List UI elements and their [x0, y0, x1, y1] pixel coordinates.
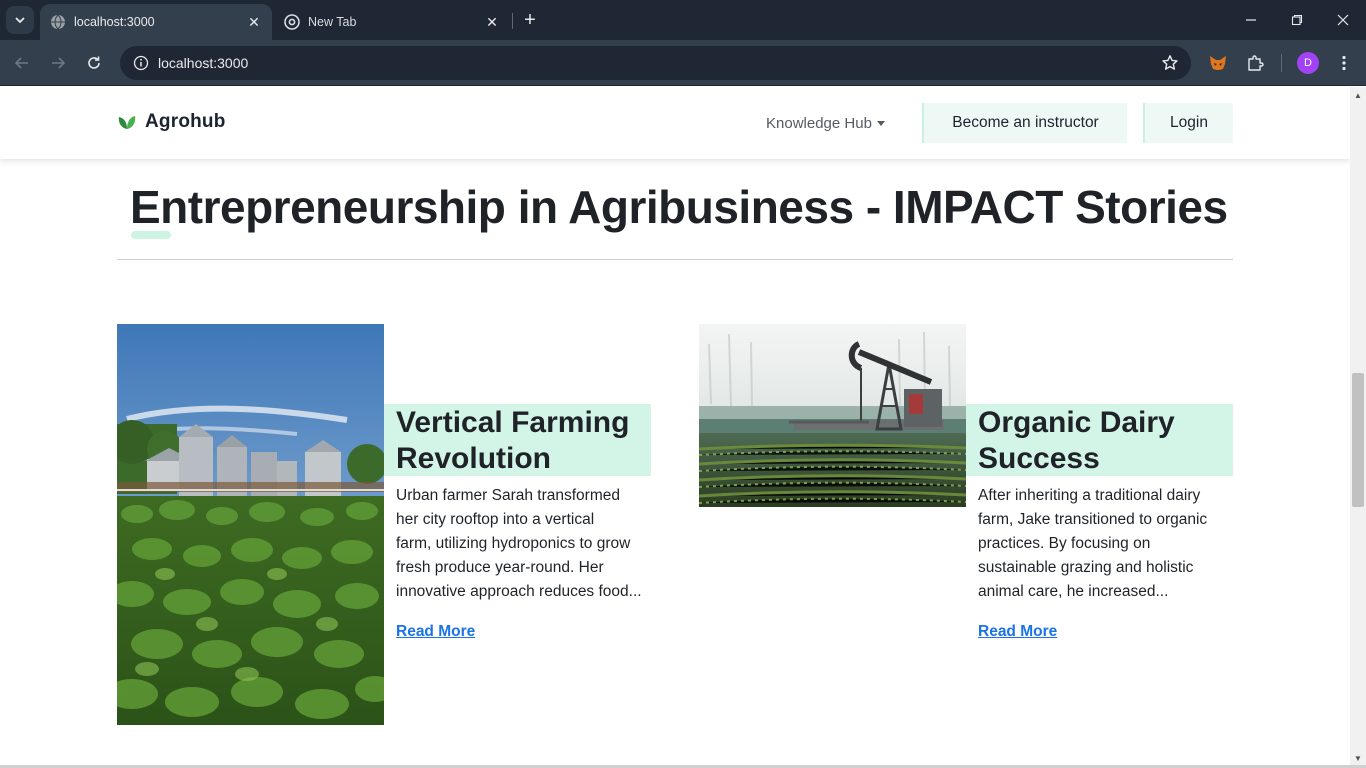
browser-tab-bar: localhost:3000 ✕ New Tab ✕ +	[0, 0, 1366, 40]
story-excerpt-line: animal care, he increased...	[978, 583, 1169, 600]
close-tab-icon[interactable]: ✕	[246, 14, 262, 30]
back-button[interactable]	[8, 49, 36, 77]
story-image-farm-silos	[117, 324, 384, 725]
tab-title: localhost:3000	[74, 15, 155, 29]
browser-toolbar: localhost:3000 D	[0, 40, 1366, 86]
story-image-oil-pump-field	[699, 324, 966, 507]
restore-icon	[1291, 14, 1303, 26]
read-more-link[interactable]: Read More	[978, 623, 1057, 641]
story-excerpt-line: After inheriting a traditional dairy	[978, 487, 1201, 504]
story-excerpt: After inheriting a traditional dairy far…	[978, 484, 1207, 604]
minimize-button[interactable]	[1228, 0, 1274, 40]
story-excerpt-line: sustainable grazing and holistic	[978, 559, 1194, 576]
brand-name: Agrohub	[145, 111, 226, 132]
story-title-line: Organic Dairy	[978, 406, 1175, 439]
site-info-icon[interactable]	[124, 55, 158, 71]
story-excerpt-line: Urban farmer Sarah transformed	[396, 487, 620, 504]
leaf-logo-icon	[118, 116, 136, 129]
become-instructor-button[interactable]: Become an instructor	[922, 103, 1127, 143]
arrow-left-icon	[14, 57, 28, 69]
browser-menu-button[interactable]	[1332, 51, 1356, 75]
new-tab-button[interactable]: +	[518, 8, 542, 32]
caret-down-icon	[876, 121, 885, 126]
minimize-icon	[1246, 19, 1256, 21]
close-window-button[interactable]	[1320, 0, 1366, 40]
page-viewport: Agrohub Knowledge Hub Become an instruct…	[0, 87, 1350, 768]
read-more-link[interactable]: Read More	[396, 623, 475, 641]
bookmark-star-icon[interactable]	[1161, 54, 1179, 77]
story-title-line: Revolution	[396, 442, 551, 475]
chevron-down-icon	[15, 17, 25, 24]
title-divider	[117, 259, 1233, 260]
globe-icon	[50, 14, 66, 30]
tab-new-tab[interactable]: New Tab ✕	[274, 4, 510, 40]
tab-search-button[interactable]	[6, 6, 34, 34]
restore-button[interactable]	[1274, 0, 1320, 40]
chrome-icon	[284, 14, 300, 30]
profile-avatar[interactable]: D	[1297, 52, 1319, 74]
brand-logo-link[interactable]: Agrohub	[117, 111, 226, 133]
toolbar-divider	[1281, 54, 1282, 72]
tab-localhost[interactable]: localhost:3000 ✕	[40, 4, 272, 40]
story-title: Organic Dairy Success	[978, 405, 1175, 477]
address-bar[interactable]: localhost:3000	[120, 46, 1191, 80]
story-excerpt-line: practices. By focusing on	[978, 535, 1151, 552]
close-icon	[1337, 14, 1349, 26]
scroll-down-icon[interactable]: ▼	[1353, 753, 1363, 763]
arrow-right-icon	[52, 57, 66, 69]
story-excerpt-line: innovative approach reduces food...	[396, 583, 642, 600]
tab-divider	[512, 13, 513, 29]
metamask-extension-icon[interactable]	[1206, 51, 1230, 75]
knowledge-hub-dropdown[interactable]: Knowledge Hub	[766, 115, 885, 132]
story-excerpt-line: fresh produce year-round. Her	[396, 559, 604, 576]
kebab-menu-icon	[1342, 55, 1346, 71]
reload-icon	[88, 56, 100, 69]
url-text[interactable]: localhost:3000	[158, 55, 248, 71]
story-excerpt-line: farm, Jake transitioned to organic	[978, 511, 1208, 528]
page-scrollbar[interactable]: ▲ ▼	[1350, 87, 1366, 768]
story-title-line: Vertical Farming	[396, 406, 630, 439]
extensions-puzzle-icon[interactable]	[1243, 51, 1267, 75]
title-accent-bar	[131, 231, 171, 239]
login-button[interactable]: Login	[1143, 103, 1233, 143]
story-excerpt-line: farm, utilizing hydroponics to grow	[396, 535, 631, 552]
story-title-line: Success	[978, 442, 1100, 475]
reload-button[interactable]	[80, 49, 108, 77]
section-title: Entrepreneurship in Agribusiness - IMPAC…	[130, 181, 1228, 233]
story-excerpt: Urban farmer Sarah transformed her city …	[396, 484, 642, 604]
tab-title: New Tab	[308, 15, 357, 29]
story-title: Vertical Farming Revolution	[396, 405, 629, 477]
scrollbar-thumb[interactable]	[1352, 373, 1364, 507]
close-tab-icon[interactable]: ✕	[484, 14, 500, 30]
scroll-up-icon[interactable]: ▲	[1353, 90, 1363, 100]
forward-button[interactable]	[44, 49, 72, 77]
knowledge-hub-label: Knowledge Hub	[766, 115, 872, 132]
story-excerpt-line: her city rooftop into a vertical	[396, 511, 595, 528]
site-header: Agrohub Knowledge Hub Become an instruct…	[0, 87, 1350, 159]
